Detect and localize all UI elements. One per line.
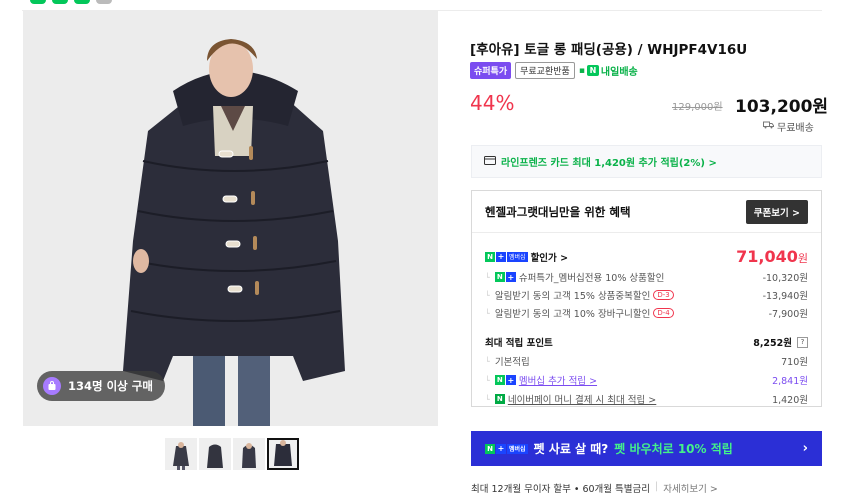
discount-row: 알림받기 동의 고객 10% 장바구니할인D-4 -7,900원	[485, 306, 808, 320]
final-price: 71,040원	[736, 247, 808, 266]
help-icon[interactable]: ?	[797, 336, 808, 348]
purchase-count-text: 134명 이상 구매	[68, 379, 153, 393]
installment-info: 최대 12개월 무이자 할부 • 60개월 특별금리 | 자세히보기 >	[471, 481, 718, 495]
point-row[interactable]: N+ 멤버십 추가 적립 > 2,841원	[485, 373, 808, 387]
naver-n-icon: N	[586, 65, 599, 76]
naver-plus-membership-icon: N + 멤버십	[485, 251, 528, 262]
thumbnail[interactable]	[233, 438, 265, 470]
thumbnail[interactable]	[165, 438, 197, 470]
product-page: 134명 이상 구매 [후아유] 토글 롱 패딩(공용) / WHJPF4V16…	[0, 0, 849, 504]
naver-plus-icon: N+	[494, 375, 516, 385]
view-details-link[interactable]: 자세히보기 >	[663, 481, 718, 495]
purchase-count-badge: 134명 이상 구매	[37, 371, 165, 401]
point-row[interactable]: N 네이버페이 머니 결제 시 최대 적립 > 1,420원	[485, 392, 808, 406]
naver-plus-membership-icon: N + 멤버십	[485, 443, 528, 454]
naver-pay-icon: N	[494, 394, 505, 404]
super-deal-tag: 슈퍼특가	[470, 62, 512, 79]
points-row: 최대 적립 포인트 8,252원?	[485, 335, 808, 349]
thumbnail-list	[165, 438, 299, 470]
discount-row: 알림받기 동의 고객 15% 상품중복할인D-3 -13,940원	[485, 288, 808, 302]
d-day-badge: D-4	[653, 308, 674, 318]
shipping-info: 무료배송	[763, 119, 814, 134]
card-benefit-banner[interactable]: 라인프렌즈 카드 최대 1,420원 추가 적립(2%) >	[471, 145, 822, 178]
original-price: 129,000원	[672, 102, 723, 113]
shopping-bag-icon	[43, 377, 61, 395]
coupon-button[interactable]: 쿠폰보기 >	[745, 199, 808, 224]
product-main-image[interactable]: 134명 이상 구매	[23, 11, 438, 426]
discount-row: N+ 슈퍼특가_멤버십전용 10% 상품할인 -10,320원	[485, 270, 808, 284]
benefit-header: 헨젤과그랫대님만을 위한 혜택 쿠폰보기 >	[472, 191, 821, 233]
sale-price-row[interactable]: N + 멤버십 할인가 > 71,040원	[485, 247, 808, 266]
product-tags: 슈퍼특가 무료교환반품 ▪ N 내일배송	[470, 62, 638, 79]
sale-price: 103,200원	[735, 97, 829, 117]
tomorrow-delivery-tag: ▪ N 내일배송	[578, 65, 638, 78]
d-day-badge: D-3	[653, 290, 674, 300]
chevron-right-icon: ›	[802, 441, 808, 456]
truck-icon: ▪	[578, 65, 585, 76]
discount-rate: 44%	[470, 91, 515, 115]
thumbnail-selected[interactable]	[267, 438, 299, 470]
top-badges	[30, 0, 112, 4]
point-row: 기본적립 710원	[485, 354, 808, 368]
naver-plus-icon: N+	[494, 272, 516, 282]
credit-card-icon	[484, 155, 496, 168]
benefit-title: 헨젤과그랫대님만을 위한 혜택	[485, 204, 631, 219]
product-title: [후아유] 토글 롱 패딩(공용) / WHJPF4V16U	[470, 42, 748, 58]
member-benefit-box: 헨젤과그랫대님만을 위한 혜택 쿠폰보기 > N + 멤버십 할인가 > 71,04…	[471, 190, 822, 407]
free-return-tag: 무료교환반품	[515, 62, 575, 79]
delivery-truck-icon	[763, 121, 774, 132]
pet-voucher-banner[interactable]: N + 멤버십 펫 사료 살 때? 펫 바우처로 10% 적립 ›	[471, 431, 822, 466]
thumbnail[interactable]	[199, 438, 231, 470]
